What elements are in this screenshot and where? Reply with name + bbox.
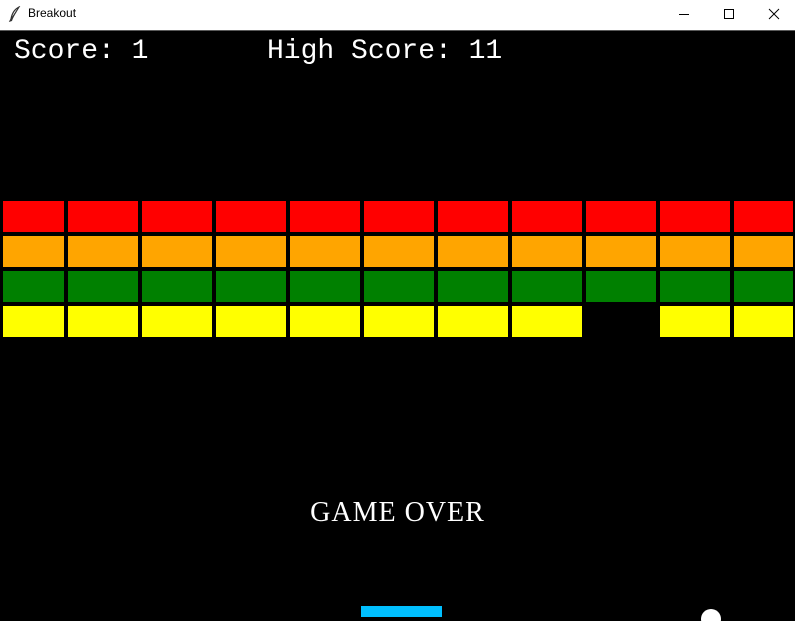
- brick: [142, 306, 212, 337]
- brick: [586, 236, 656, 267]
- brick: [734, 236, 793, 267]
- brick: [142, 201, 212, 232]
- paddle[interactable]: [361, 606, 442, 617]
- brick: [438, 201, 508, 232]
- brick: [3, 271, 64, 302]
- brick: [216, 306, 286, 337]
- minimize-icon: [678, 5, 690, 24]
- maximize-button[interactable]: [706, 0, 751, 28]
- brick: [512, 236, 582, 267]
- brick: [290, 306, 360, 337]
- brick: [142, 236, 212, 267]
- brick: [734, 271, 793, 302]
- brick: [512, 271, 582, 302]
- brick: [438, 306, 508, 337]
- brick: [438, 271, 508, 302]
- minimize-button[interactable]: [661, 0, 706, 28]
- brick: [216, 201, 286, 232]
- brick: [660, 271, 730, 302]
- title-bar[interactable]: Breakout: [0, 0, 795, 30]
- brick: [290, 236, 360, 267]
- ball: [701, 609, 721, 621]
- feather-icon: [8, 5, 22, 23]
- brick: [438, 236, 508, 267]
- game-canvas[interactable]: Score: 1 High Score: 11 GAME OVER: [0, 30, 795, 621]
- brick: [660, 201, 730, 232]
- brick: [364, 201, 434, 232]
- brick: [216, 236, 286, 267]
- brick: [586, 271, 656, 302]
- brick: [586, 201, 656, 232]
- brick: [68, 306, 138, 337]
- brick: [364, 236, 434, 267]
- brick: [364, 271, 434, 302]
- brick: [3, 236, 64, 267]
- close-icon: [768, 5, 780, 24]
- brick: [512, 306, 582, 337]
- brick: [734, 201, 793, 232]
- brick: [216, 271, 286, 302]
- brick: [364, 306, 434, 337]
- high-score-label: High Score: 11: [267, 36, 503, 67]
- brick: [290, 201, 360, 232]
- brick: [68, 236, 138, 267]
- game-over-message: GAME OVER: [310, 497, 485, 528]
- brick: [660, 236, 730, 267]
- maximize-icon: [723, 5, 735, 24]
- brick: [3, 306, 64, 337]
- brick: [68, 201, 138, 232]
- close-button[interactable]: [751, 0, 795, 28]
- window-title: Breakout: [28, 6, 77, 20]
- brick: [290, 271, 360, 302]
- brick: [734, 306, 793, 337]
- app-window: Breakout Score: 1 High Score: 11 GAME OV…: [0, 0, 795, 621]
- brick: [68, 271, 138, 302]
- brick: [3, 201, 64, 232]
- brick: [512, 201, 582, 232]
- score-label: Score: 1: [14, 36, 149, 67]
- brick: [142, 271, 212, 302]
- brick: [660, 306, 730, 337]
